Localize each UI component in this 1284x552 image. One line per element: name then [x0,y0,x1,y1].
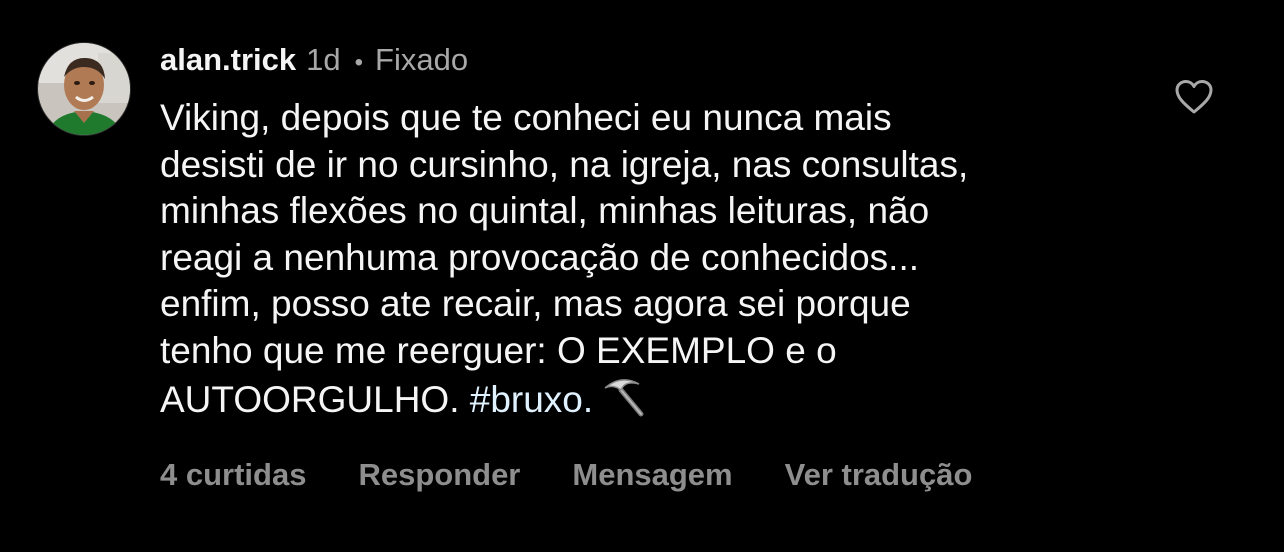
comment-text-last-line: AUTOORGULHO. #bruxo. [160,374,1160,430]
comment-text-line: minhas flexões no quintal, minhas leitur… [160,190,930,231]
avatar[interactable] [37,42,131,136]
pick-icon [601,374,645,430]
comment-text-segment: AUTOORGULHO. [160,379,470,420]
heart-icon [1175,80,1213,114]
translate-button[interactable]: Ver tradução [785,455,973,495]
username-link[interactable]: alan.trick [160,40,296,80]
comment-actions: 4 curtidas Responder Mensagem Ver traduç… [160,455,1024,495]
hashtag-link[interactable]: #bruxo. [470,379,593,420]
reply-button[interactable]: Responder [358,455,520,495]
comment-header: alan.trick 1d • Fixado [160,40,468,80]
comment-text: Viking, depois que te conheci eu nunca m… [160,95,1160,430]
likes-count-button[interactable]: 4 curtidas [160,455,306,495]
comment-text-line: Viking, depois que te conheci eu nunca m… [160,97,892,138]
message-button[interactable]: Mensagem [572,455,732,495]
user-avatar-icon [38,43,130,135]
timestamp[interactable]: 1d [306,40,340,80]
comment-text-line: enfim, posso ate recair, mas agora sei p… [160,283,911,324]
comment-text-line: reagi a nenhuma provocação de conhecidos… [160,236,920,278]
comment-text-line: desisti de ir no cursinho, na igreja, na… [160,143,969,185]
separator-dot: • [354,49,364,76]
comment-text-line: tenho que me reerguer: O EXEMPLO e o [160,329,837,371]
like-button[interactable] [1173,78,1215,116]
comment: alan.trick 1d • Fixado Viking, depois qu… [0,0,1284,552]
pinned-label: Fixado [375,42,469,77]
